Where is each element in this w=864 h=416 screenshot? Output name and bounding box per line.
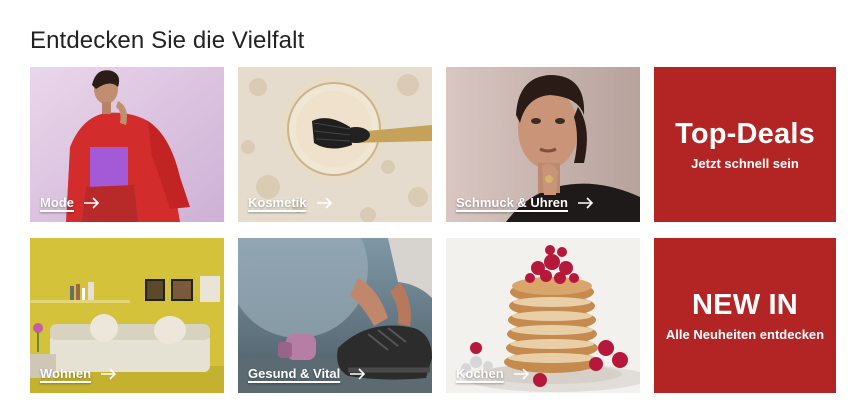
- promo-top-deals[interactable]: Top-Deals Jetzt schnell sein: [654, 67, 836, 222]
- tile-caption: Kochen: [456, 366, 530, 381]
- tile-label-kochen: Kochen: [456, 366, 504, 381]
- tile-caption: Schmuck & Uhren: [456, 195, 594, 210]
- arrow-right-icon: [513, 367, 529, 380]
- section-title: Entdecken Sie die Vielfalt: [30, 27, 305, 55]
- arrow-right-icon: [83, 196, 100, 209]
- tile-label-schmuck-uhren: Schmuck & Uhren: [456, 195, 568, 210]
- tile-caption: Kosmetik: [248, 195, 333, 210]
- category-tile-mode[interactable]: Mode: [30, 67, 224, 222]
- category-tile-kochen[interactable]: Kochen: [446, 238, 640, 393]
- category-tile-schmuck-uhren[interactable]: Schmuck & Uhren: [446, 67, 640, 222]
- promo-subline: Jetzt schnell sein: [691, 156, 799, 171]
- promo-subline: Alle Neuheiten entdecken: [665, 327, 825, 342]
- category-tile-kosmetik[interactable]: Kosmetik: [238, 67, 432, 222]
- promo-new-in[interactable]: NEW IN Alle Neuheiten entdecken: [654, 238, 836, 393]
- category-tile-gesund-vital[interactable]: Gesund & Vital: [238, 238, 432, 393]
- promo-headline: NEW IN: [692, 289, 798, 321]
- category-grid: Mode Kosmetik Schmuck & Uhren Top-Deals …: [30, 67, 836, 393]
- tile-caption: Mode: [40, 195, 100, 210]
- promo-headline: Top-Deals: [675, 118, 815, 150]
- tile-label-mode: Mode: [40, 195, 74, 210]
- tile-label-wohnen: Wohnen: [40, 366, 92, 381]
- tile-label-kosmetik: Kosmetik: [248, 195, 307, 210]
- tile-label-gesund-vital: Gesund & Vital: [248, 366, 341, 381]
- category-tile-wohnen[interactable]: Wohnen: [30, 238, 224, 393]
- arrow-right-icon: [577, 196, 594, 209]
- tile-caption: Wohnen: [40, 366, 117, 381]
- arrow-right-icon: [316, 196, 332, 209]
- tile-caption: Gesund & Vital: [248, 366, 366, 381]
- arrow-right-icon: [350, 367, 366, 380]
- arrow-right-icon: [101, 367, 117, 380]
